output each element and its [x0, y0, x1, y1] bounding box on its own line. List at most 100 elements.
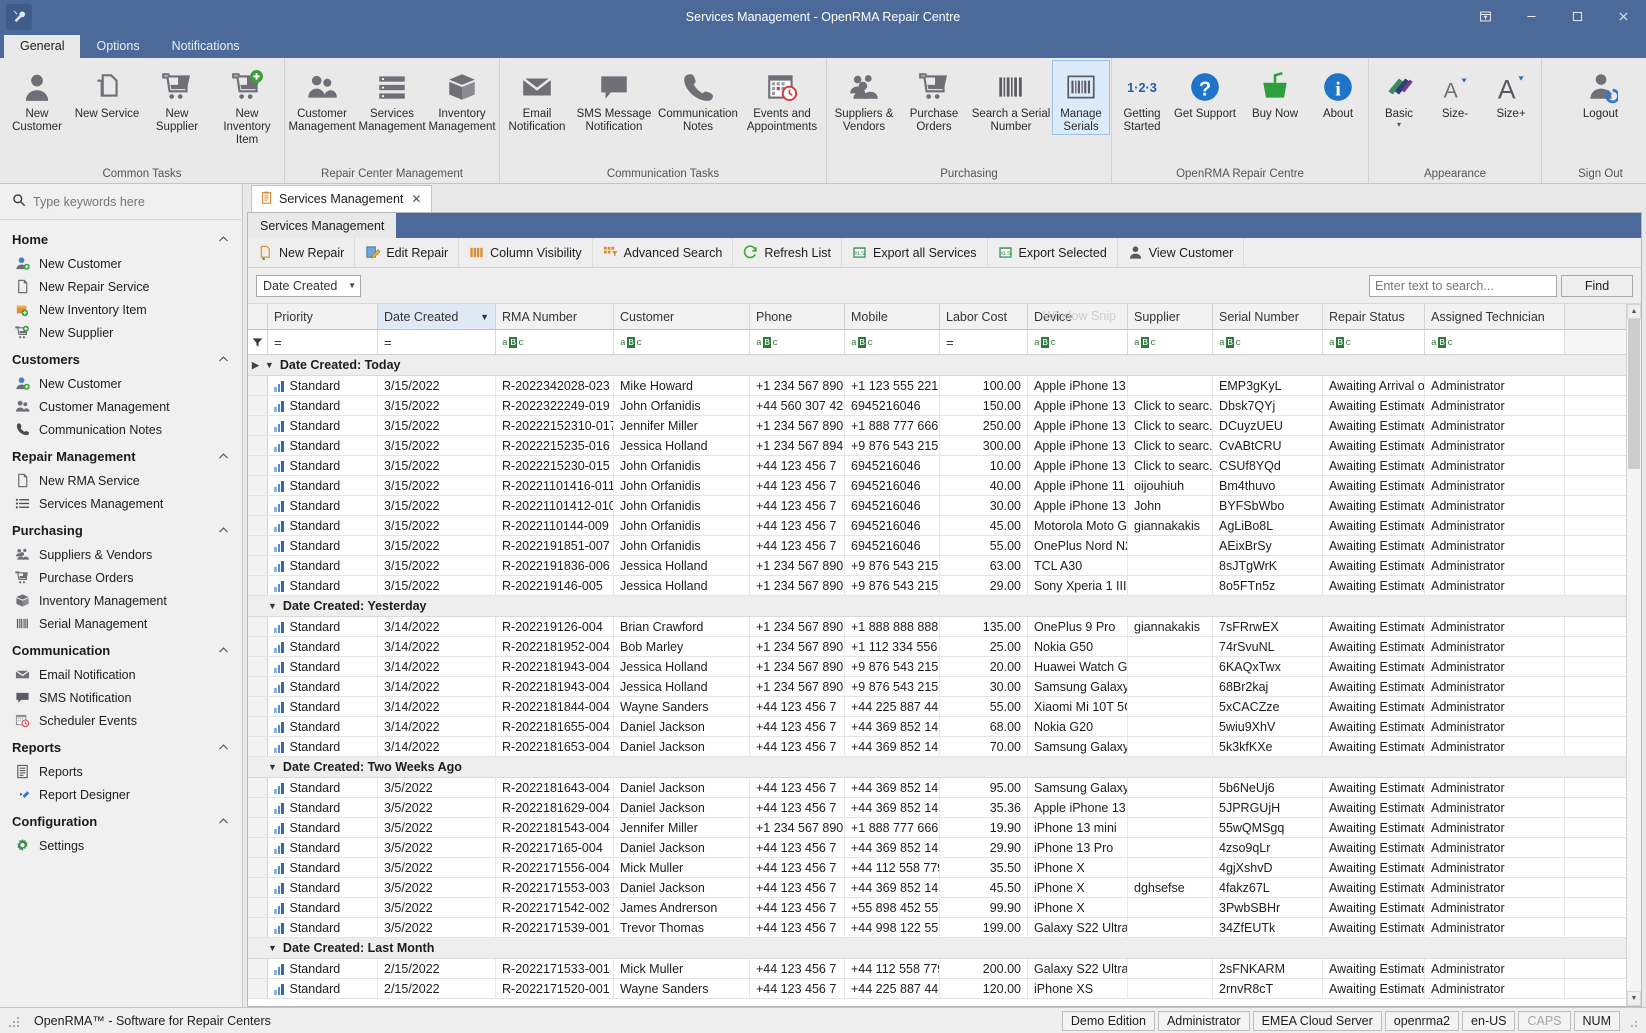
table-cell[interactable]: Sony Xperia 1 III [1028, 576, 1128, 596]
table-cell[interactable]: 7sFRrwEX [1213, 617, 1323, 637]
table-cell[interactable]: Click to searc... [1128, 416, 1213, 436]
table-cell[interactable]: 3PwbSBHr [1213, 898, 1323, 918]
table-cell[interactable]: +44 123 456 7 [750, 838, 845, 858]
table-cell[interactable]: 6945216046 [845, 476, 940, 496]
chevron-up-icon[interactable] [217, 524, 230, 537]
table-cell[interactable] [1128, 576, 1213, 596]
table-cell[interactable]: Awaiting Estimate [1323, 396, 1425, 416]
grid-column-header[interactable]: Date Created ▼ [378, 304, 496, 329]
ribbon-button-get-support[interactable]: ? Get Support [1170, 61, 1240, 121]
ribbon-button-getting-started[interactable]: 1·2·3 Getting Started [1114, 61, 1170, 134]
table-cell[interactable]: CSUf8YQd [1213, 456, 1323, 476]
table-cell[interactable]: Standard [268, 576, 378, 596]
table-cell[interactable]: Trevor Thomas [614, 918, 750, 938]
table-cell[interactable]: giannakakis [1128, 617, 1213, 637]
table-cell[interactable]: Mick Muller [614, 959, 750, 979]
table-row[interactable]: Standard 3/5/2022 R-2022171553-003 Daniel J… [248, 878, 1626, 898]
table-cell[interactable] [1128, 798, 1213, 818]
scrollbar-thumb[interactable] [1628, 319, 1640, 469]
table-cell[interactable]: Bob Marley [614, 637, 750, 657]
grid-filter-cell[interactable]: aBc [1128, 330, 1213, 354]
table-cell[interactable]: Mike Howard [614, 376, 750, 396]
table-cell[interactable]: dghsefse [1128, 878, 1213, 898]
grid-vertical-scrollbar[interactable]: ▲ ▼ [1626, 304, 1641, 1006]
table-cell[interactable]: Apple iPhone 13 Pr... [1028, 798, 1128, 818]
table-cell[interactable]: +44 560 307 4266 [750, 396, 845, 416]
table-row[interactable]: Standard 3/14/2022 R-2022181653-004 Daniel … [248, 737, 1626, 757]
table-cell[interactable]: +44 369 852 147 [845, 717, 940, 737]
table-cell[interactable]: +44 123 456 7 [750, 737, 845, 757]
table-cell[interactable]: iPhone 13 Pro [1028, 838, 1128, 858]
table-cell[interactable] [1128, 838, 1213, 858]
table-cell[interactable]: 3/5/2022 [378, 918, 496, 938]
table-cell[interactable]: +1 234 567 890 [750, 637, 845, 657]
table-cell[interactable]: Jennifer Miller [614, 818, 750, 838]
ribbon-button-email-notification[interactable]: Email Notification [502, 61, 572, 134]
table-cell[interactable]: +1 888 777 666 [845, 818, 940, 838]
chevron-down-icon[interactable]: ▼ [265, 360, 274, 370]
table-cell[interactable]: John Orfanidis [614, 476, 750, 496]
table-row[interactable]: Standard 3/5/2022 R-202217165-004 Daniel Ja… [248, 838, 1626, 858]
grid-column-header[interactable]: Device [1028, 304, 1128, 329]
table-cell[interactable]: R-2022181643-004 [496, 778, 614, 798]
table-cell[interactable]: Jessica Holland [614, 576, 750, 596]
status-resize-grip-icon[interactable] [1626, 1014, 1640, 1028]
table-row[interactable]: Standard 3/15/2022 R-2022342028-023 Mike Ho… [248, 376, 1626, 396]
table-cell[interactable] [1128, 556, 1213, 576]
table-cell[interactable]: +44 123 456 7 [750, 878, 845, 898]
chevron-down-icon[interactable]: ▼ [268, 601, 277, 611]
table-cell[interactable]: John Orfanidis [614, 496, 750, 516]
grid-column-header[interactable]: Phone [750, 304, 845, 329]
chevron-up-icon[interactable] [217, 450, 230, 463]
table-cell[interactable]: R-20221101416-011 [496, 476, 614, 496]
table-cell[interactable]: 8o5FTn5z [1213, 576, 1323, 596]
table-cell[interactable]: +44 123 456 7 [750, 717, 845, 737]
resize-grip-icon[interactable] [8, 1014, 22, 1028]
table-cell[interactable]: Samsung Galaxy A52 [1028, 677, 1128, 697]
table-cell[interactable]: Huawei Watch GT 3 [1028, 657, 1128, 677]
table-cell[interactable]: Awaiting Estimate [1323, 778, 1425, 798]
table-cell[interactable]: 2sFNKARM [1213, 959, 1323, 979]
table-cell[interactable]: Standard [268, 556, 378, 576]
table-cell[interactable]: +1 234 567 890 [750, 677, 845, 697]
table-cell[interactable]: Administrator [1425, 737, 1565, 757]
sidebar-item-sms-notification[interactable]: SMS Notification [0, 686, 242, 709]
table-cell[interactable]: R-2022181952-004 [496, 637, 614, 657]
table-cell[interactable]: R-2022181655-004 [496, 717, 614, 737]
table-cell[interactable]: Samsung Galaxy S... [1028, 778, 1128, 798]
table-cell[interactable]: Daniel Jackson [614, 778, 750, 798]
view-customer-button[interactable]: View Customer [1118, 238, 1245, 267]
table-cell[interactable]: 3/15/2022 [378, 516, 496, 536]
new-repair-button[interactable]: New Repair [248, 238, 356, 267]
scroll-up-button[interactable]: ▲ [1627, 304, 1641, 319]
table-cell[interactable]: Standard [268, 918, 378, 938]
grid-column-header[interactable]: RMA Number [496, 304, 614, 329]
table-cell[interactable]: 3/15/2022 [378, 496, 496, 516]
table-cell[interactable]: +44 369 852 147 [845, 878, 940, 898]
table-cell[interactable]: 3/5/2022 [378, 838, 496, 858]
table-cell[interactable]: R-2022171556-004 [496, 858, 614, 878]
table-row[interactable]: Standard 3/14/2022 R-2022181952-004 Bob Mar… [248, 637, 1626, 657]
table-cell[interactable]: Click to searc... [1128, 456, 1213, 476]
chevron-up-icon[interactable] [217, 741, 230, 754]
table-cell[interactable]: 3/5/2022 [378, 778, 496, 798]
table-cell[interactable]: 99.90 [940, 898, 1028, 918]
table-cell[interactable]: Bm4thuvo [1213, 476, 1323, 496]
table-cell[interactable]: +1 234 567 890 [750, 576, 845, 596]
table-cell[interactable]: R-2022171539-001 [496, 918, 614, 938]
table-row[interactable]: Standard 3/15/2022 R-2022215235-016 Jessica… [248, 436, 1626, 456]
grid-filter-cell[interactable]: = [940, 330, 1028, 354]
ribbon-button-size-decrease[interactable]: A Size- [1427, 61, 1483, 121]
table-cell[interactable]: Daniel Jackson [614, 838, 750, 858]
table-cell[interactable]: 5JPRGUjH [1213, 798, 1323, 818]
table-cell[interactable]: +44 123 456 7 [750, 456, 845, 476]
table-cell[interactable]: 3/15/2022 [378, 456, 496, 476]
table-cell[interactable]: 3/15/2022 [378, 416, 496, 436]
table-cell[interactable]: Awaiting Estimate [1323, 798, 1425, 818]
sidebar-item-report-designer[interactable]: Report Designer [0, 783, 242, 806]
ribbon-button-events-and-appointments[interactable]: Events and Appointments [740, 61, 824, 134]
chevron-down-icon[interactable]: ▾ [1397, 121, 1401, 129]
table-cell[interactable]: 70.00 [940, 737, 1028, 757]
table-cell[interactable]: Awaiting Estimate [1323, 959, 1425, 979]
table-cell[interactable]: 3/15/2022 [378, 576, 496, 596]
